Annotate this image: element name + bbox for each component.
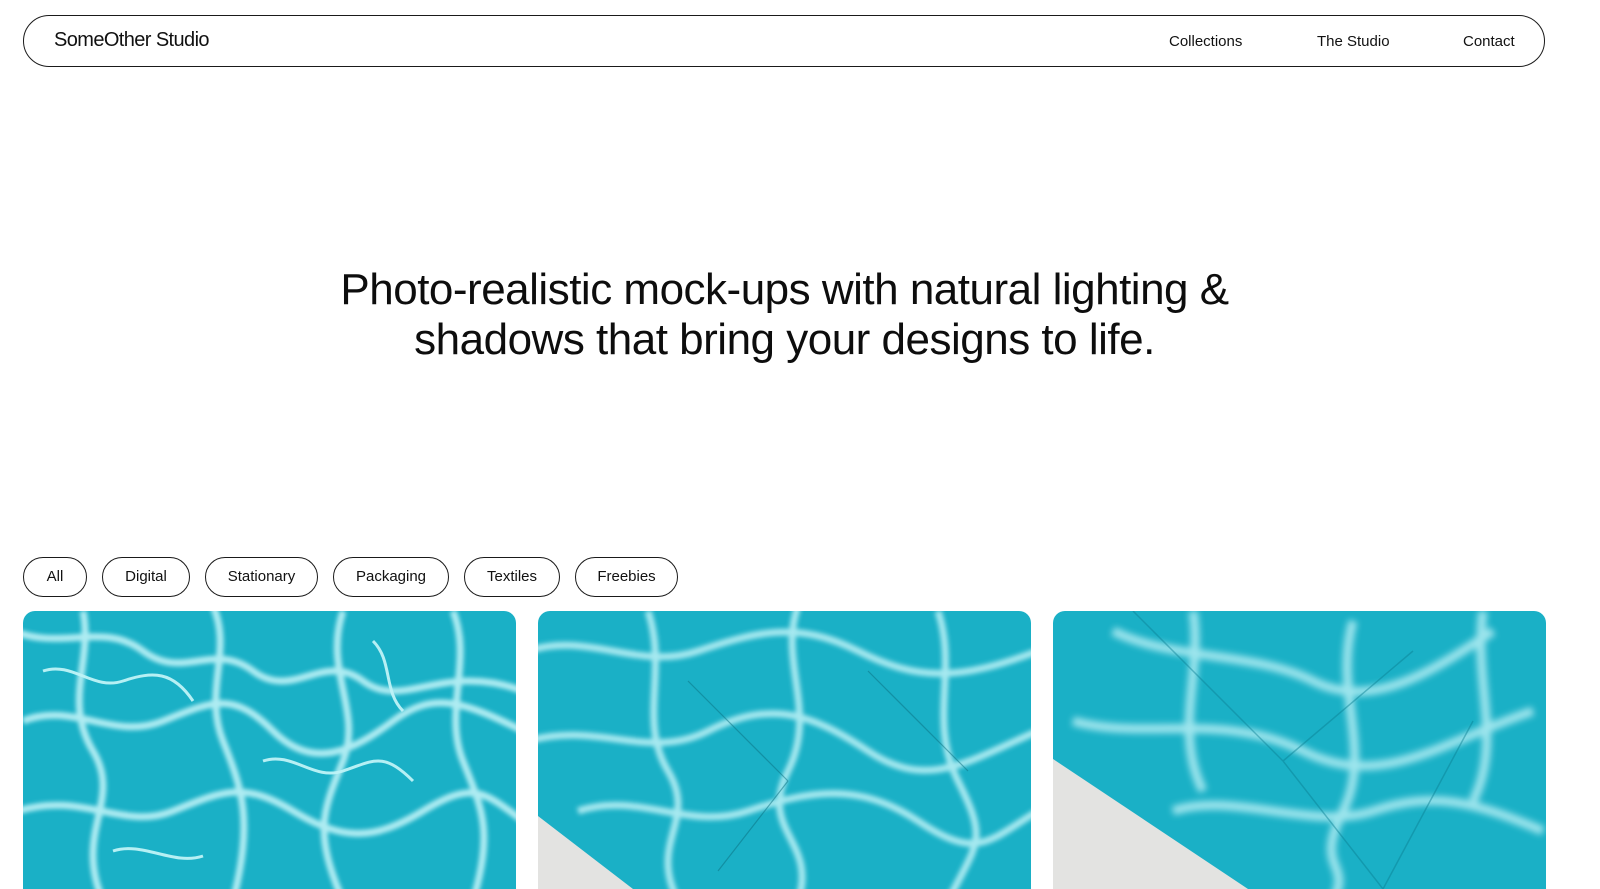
filter-chip-all[interactable]: All <box>23 557 87 597</box>
pool-water-image-3 <box>1053 611 1546 889</box>
filter-chip-stationary[interactable]: Stationary <box>205 557 318 597</box>
filter-chip-digital[interactable]: Digital <box>102 557 190 597</box>
hero-headline-line-1: Photo-realistic mock-ups with natural li… <box>340 265 1229 314</box>
product-card-3[interactable] <box>1053 611 1546 889</box>
product-card-1[interactable] <box>23 611 516 889</box>
nav-link-the-studio[interactable]: The Studio <box>1317 33 1390 50</box>
pool-water-image-2 <box>538 611 1031 889</box>
product-card-2[interactable] <box>538 611 1031 889</box>
nav-link-collections[interactable]: Collections <box>1169 33 1242 50</box>
hero-headline: Photo-realistic mock-ups with natural li… <box>0 265 1569 365</box>
brand-logo[interactable]: SomeOther Studio <box>54 29 210 52</box>
pool-water-image-1 <box>23 611 516 889</box>
top-navigation-bar: SomeOther Studio Collections The Studio … <box>23 15 1545 67</box>
filter-chip-freebies[interactable]: Freebies <box>575 557 678 597</box>
filter-chip-packaging[interactable]: Packaging <box>333 557 449 597</box>
hero-headline-line-2: shadows that bring your designs to life. <box>414 315 1155 364</box>
nav-link-contact[interactable]: Contact <box>1463 33 1515 50</box>
filter-chip-textiles[interactable]: Textiles <box>464 557 560 597</box>
